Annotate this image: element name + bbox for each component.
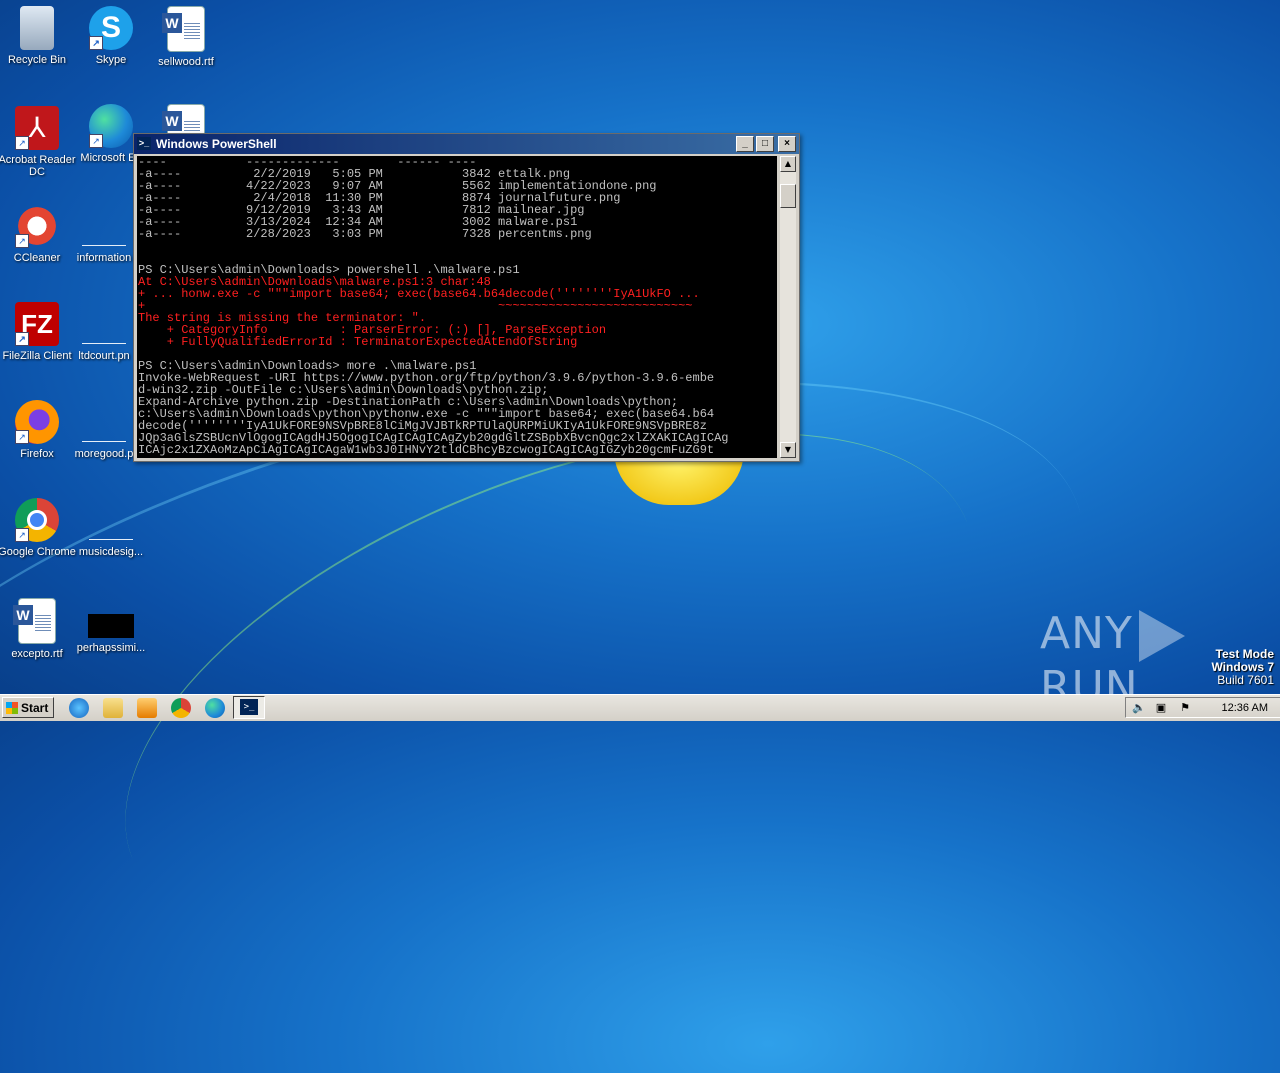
word-document-icon (162, 6, 205, 52)
desktop-icon-chrome[interactable]: ↗ Google Chrome (0, 498, 77, 558)
firefox-icon: ↗ (15, 400, 59, 444)
taskbar-powershell-button[interactable]: >_ (233, 696, 265, 719)
start-label: Start (21, 701, 49, 715)
console-error-line: + FullyQualifiedErrorId : TerminatorExpe… (138, 335, 578, 349)
desktop-icon-label: Recycle Bin (7, 54, 67, 66)
powershell-window[interactable]: >_ Windows PowerShell _ □ × ---- -------… (133, 133, 800, 462)
file-icon (82, 204, 126, 248)
chrome-icon[interactable] (171, 698, 191, 718)
windows-flag-icon (6, 702, 18, 714)
close-button[interactable]: × (778, 136, 796, 152)
internet-explorer-icon[interactable] (69, 698, 89, 718)
console-line: ICAjc2x1ZXAoMzApCiAgICAgICAgaW1wb3J0IHNv… (138, 443, 715, 457)
filezilla-icon: FZ ↗ (15, 302, 59, 346)
taskbar: Start >_ 🔈 ▣ ⚑ 12:36 AM (0, 694, 1280, 721)
desktop-icon-label: moregood.p (74, 448, 134, 460)
desktop-icon-label: sellwood.rtf (158, 56, 214, 68)
build-label: Build 7601 (1217, 673, 1274, 687)
skype-icon: S ↗ (89, 6, 133, 50)
desktop-icon-excepto[interactable]: excepto.rtf (0, 598, 77, 660)
system-tray: 🔈 ▣ ⚑ 12:36 AM (1125, 697, 1280, 718)
desktop-icon-label: Skype (95, 54, 127, 66)
desktop-icon-label: information (76, 252, 132, 264)
chrome-icon: ↗ (15, 498, 59, 542)
file-icon (89, 498, 133, 542)
desktop-icon-label: musicdesig... (78, 546, 144, 558)
scroll-down-arrow-icon[interactable]: ▼ (780, 442, 796, 458)
powershell-icon: >_ (137, 137, 151, 150)
play-logo-icon (1138, 610, 1185, 662)
file-icon (82, 302, 126, 346)
edge-icon: ↗ (89, 104, 133, 148)
network-icon[interactable]: ▣ (1154, 701, 1168, 715)
desktop-icon-moregood[interactable]: moregood.p (64, 400, 144, 460)
folder-icon[interactable] (103, 698, 123, 718)
scrollbar-thumb[interactable] (780, 184, 796, 208)
desktop-icon-recycle-bin[interactable]: Recycle Bin (0, 6, 77, 66)
desktop-icon-label: ltdcourt.pn (78, 350, 130, 362)
watermark-text-left: ANY (1040, 608, 1133, 659)
desktop-icon-label: excepto.rtf (11, 648, 63, 660)
start-button[interactable]: Start (2, 697, 54, 718)
media-player-icon[interactable] (137, 698, 157, 718)
ccleaner-icon: ↗ (15, 204, 59, 248)
desktop-icon-acrobat[interactable]: ⅄ ↗ Acrobat Reader DC (0, 106, 77, 178)
desktop-icon-label: Acrobat Reader DC (0, 154, 76, 178)
desktop-icon-ltdcourt[interactable]: ltdcourt.pn (64, 302, 144, 362)
recycle-bin-icon (20, 6, 54, 50)
window-title: Windows PowerShell (156, 137, 277, 151)
speaker-icon[interactable]: 🔈 (1132, 701, 1146, 715)
action-center-flag-icon[interactable]: ⚑ (1178, 701, 1192, 715)
clock[interactable]: 12:36 AM (1222, 698, 1268, 719)
minimize-button[interactable]: _ (736, 136, 754, 152)
desktop-icon-musicdesig[interactable]: musicdesig... (71, 498, 151, 558)
desktop-icon-perhapssimi[interactable]: perhapssimi... (71, 598, 151, 654)
test-mode-notice: Test Mode Windows 7 Build 7601 (1211, 648, 1274, 687)
desktop-icon-label: Google Chrome (0, 546, 76, 558)
powershell-icon: >_ (240, 699, 258, 715)
maximize-button[interactable]: □ (756, 136, 774, 152)
console-output[interactable]: ---- ------------- ------ ---- -a---- 2/2… (137, 156, 777, 458)
file-icon (82, 400, 126, 444)
desktop-icon-sellwood[interactable]: sellwood.rtf (146, 6, 226, 68)
console-line: -a---- 2/28/2023 3:03 PM 7328 percentms.… (138, 227, 592, 241)
acrobat-icon: ⅄ ↗ (15, 106, 59, 150)
vertical-scrollbar[interactable]: ▲ ▼ (780, 156, 796, 458)
word-document-icon (13, 598, 56, 644)
desktop-icon-skype[interactable]: S ↗ Skype (71, 6, 151, 66)
desktop-icon-information[interactable]: information (64, 204, 144, 264)
scroll-up-arrow-icon[interactable]: ▲ (780, 156, 796, 172)
image-file-icon (88, 614, 134, 638)
desktop-icon-label: perhapssimi... (76, 642, 146, 654)
edge-icon[interactable] (205, 698, 225, 718)
window-titlebar[interactable]: >_ Windows PowerShell _ □ × (134, 134, 799, 154)
